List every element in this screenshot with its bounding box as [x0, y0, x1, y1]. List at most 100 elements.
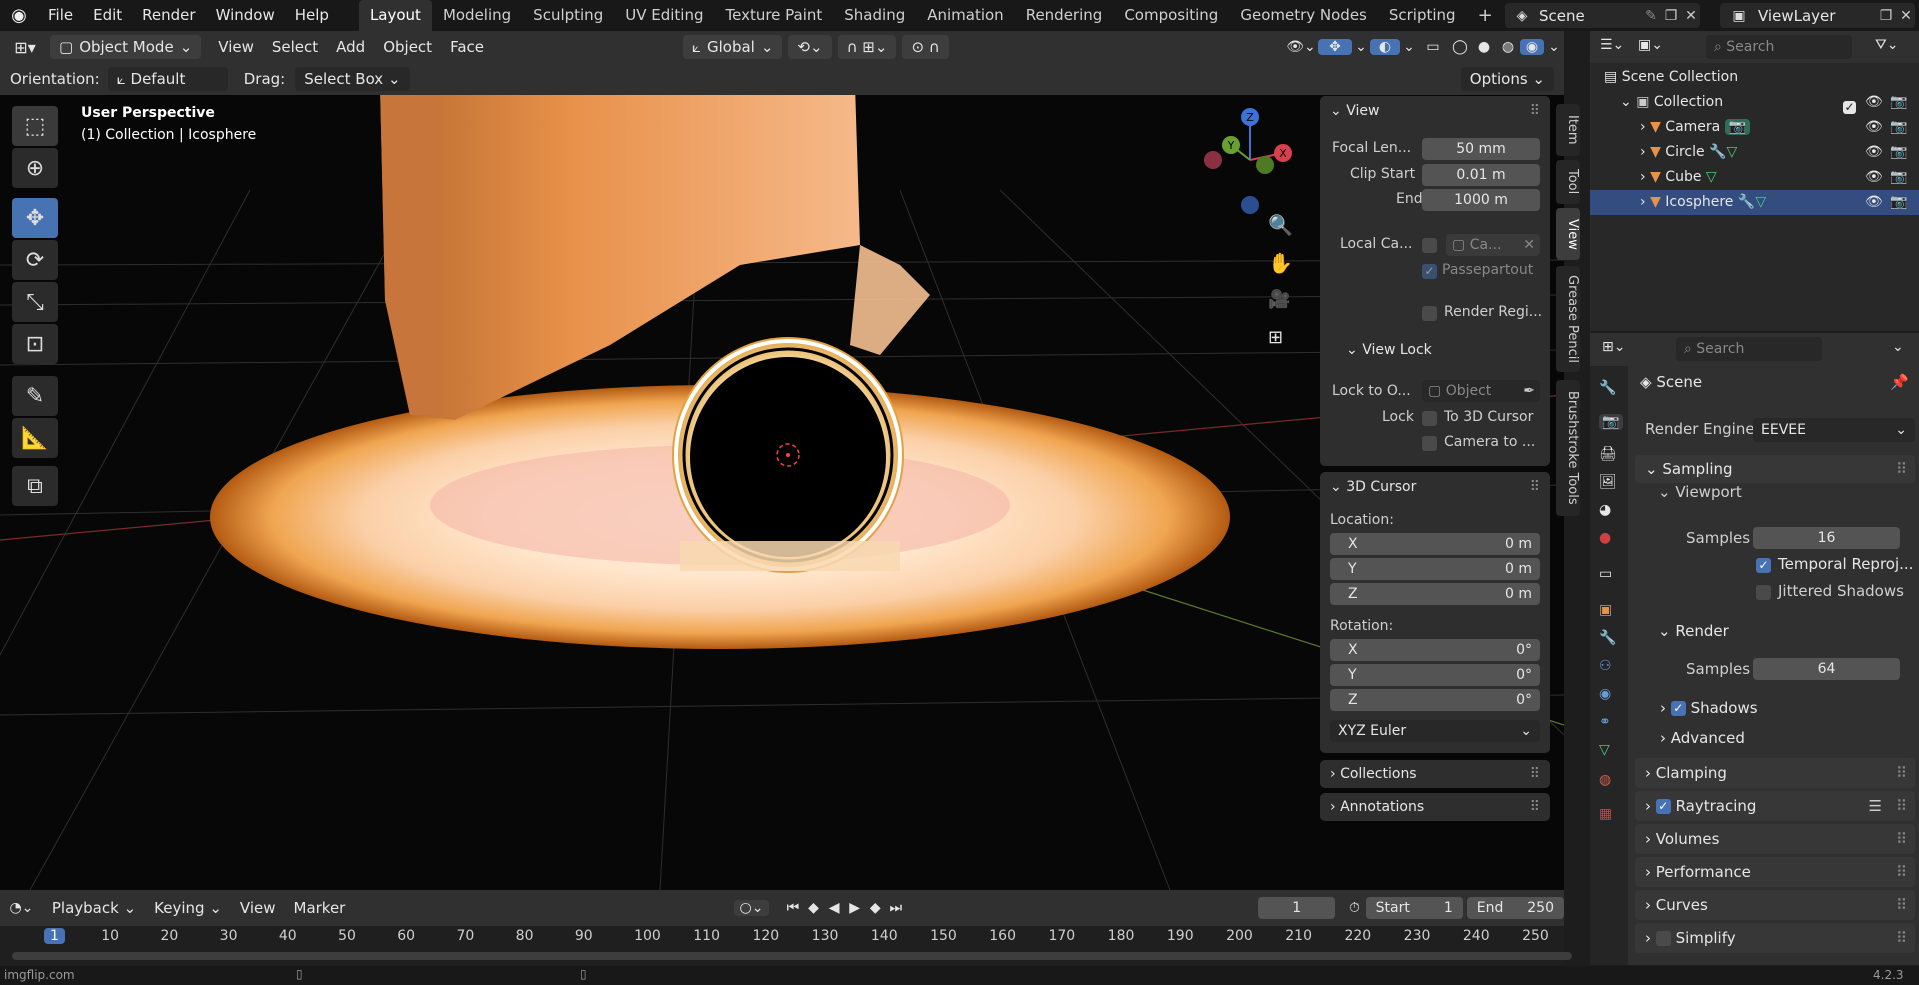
- jump-keyframe-back-icon[interactable]: ◆: [803, 900, 824, 916]
- collection-tab-icon[interactable]: ▭: [1599, 566, 1612, 582]
- snap-button[interactable]: ∩ ⊞⌄: [837, 35, 897, 59]
- performance-panel-header[interactable]: › Performance ⠿: [1635, 857, 1915, 887]
- object-tab-icon[interactable]: ▣: [1599, 602, 1612, 618]
- modifier-tab-icon[interactable]: 🔧: [1599, 630, 1616, 646]
- camera-view-icon[interactable]: 🎥: [1268, 289, 1290, 310]
- new-scene-icon[interactable]: ❐: [1660, 8, 1682, 24]
- location-y-field[interactable]: Y 0 m: [1330, 558, 1540, 580]
- lock-to-cursor-checkbox[interactable]: [1422, 411, 1437, 426]
- rotation-mode-dropdown[interactable]: XYZ Euler ⌄: [1330, 720, 1540, 742]
- measure-tool-icon[interactable]: 📐: [12, 418, 58, 458]
- tab-sculpting[interactable]: Sculpting: [522, 0, 614, 31]
- zoom-icon[interactable]: 🔍: [1268, 213, 1293, 237]
- camera-render-icon[interactable]: 📷: [1890, 165, 1907, 190]
- vp-menu-view[interactable]: View: [209, 38, 263, 56]
- particles-tab-icon[interactable]: ⚇: [1599, 658, 1612, 674]
- display-mode-icon[interactable]: ▣⌄: [1638, 37, 1663, 53]
- tool-tab-icon[interactable]: 🔧: [1599, 380, 1616, 396]
- 3d-cursor-panel-header[interactable]: ⌄ 3D Cursor ⠿: [1320, 472, 1550, 502]
- start-frame-field[interactable]: Start 1: [1365, 897, 1463, 919]
- tab-layout[interactable]: Layout: [358, 0, 432, 31]
- outliner-row-cube[interactable]: › ▼ Cube ▽ 👁 📷: [1590, 165, 1919, 190]
- location-z-field[interactable]: Z 0 m: [1330, 583, 1540, 605]
- tab-shading[interactable]: Shading: [833, 0, 916, 31]
- proportional-edit-button[interactable]: ⊙ ∩: [902, 35, 949, 59]
- gizmo-toggle-icon[interactable]: ✥: [1318, 39, 1352, 55]
- delete-view-layer-icon[interactable]: ✕: [1897, 8, 1915, 24]
- navigation-gizmo[interactable]: Z Y X: [1195, 105, 1305, 215]
- move-tool-icon[interactable]: ✥: [12, 198, 58, 238]
- constraints-tab-icon[interactable]: ⚭: [1599, 714, 1611, 730]
- eye-icon[interactable]: 👁: [1865, 140, 1883, 165]
- view-layer-selector[interactable]: ▣ ViewLayer ❐ ✕: [1720, 3, 1915, 28]
- blender-logo-icon[interactable]: ◉: [0, 5, 38, 26]
- timeline-ruler[interactable]: 1 10 20 30 40 50 60 70 80 90 100 110 120 130 140 150 160…: [0, 926, 1572, 966]
- filter-icon[interactable]: ⛛⌄: [1875, 37, 1899, 53]
- tab-item[interactable]: Item: [1556, 104, 1580, 156]
- view-panel-header[interactable]: ⌄ View ⠿: [1320, 96, 1550, 126]
- advanced-subpanel-header[interactable]: › Advanced: [1660, 729, 1745, 747]
- auto-keying-icon[interactable]: ○⌄: [734, 900, 769, 916]
- delete-scene-icon[interactable]: ✕: [1682, 8, 1700, 24]
- play-icon[interactable]: ▶: [844, 900, 865, 916]
- xray-icon[interactable]: ▭: [1418, 39, 1448, 55]
- timeline-menu-marker[interactable]: Marker: [285, 899, 355, 917]
- tab-animation[interactable]: Animation: [916, 0, 1014, 31]
- outliner-row-icosphere[interactable]: › ▼ Icosphere 🔧▽ 👁 📷: [1590, 190, 1919, 215]
- pivot-point-button[interactable]: ⟲⌄: [788, 35, 832, 59]
- material-tab-icon[interactable]: ◍: [1599, 772, 1611, 788]
- rendered-shading-icon[interactable]: ◉: [1520, 39, 1544, 55]
- volumes-panel-header[interactable]: › Volumes ⠿: [1635, 824, 1915, 854]
- simplify-panel-header[interactable]: › Simplify ⠿: [1635, 923, 1915, 953]
- camera-to-view-checkbox[interactable]: [1422, 436, 1437, 451]
- vp-menu-select[interactable]: Select: [263, 38, 327, 56]
- shadows-checkbox[interactable]: ✓: [1670, 701, 1686, 716]
- menu-edit[interactable]: Edit: [83, 0, 132, 31]
- local-camera-field[interactable]: ▢ Ca... ✕: [1446, 234, 1540, 256]
- jittered-shadows-checkbox[interactable]: [1756, 585, 1771, 600]
- simplify-checkbox[interactable]: [1655, 931, 1671, 946]
- jump-to-start-icon[interactable]: ⏮: [783, 900, 804, 916]
- camera-render-icon[interactable]: 📷: [1890, 115, 1907, 140]
- perspective-toggle-icon[interactable]: ⊞: [1268, 327, 1283, 348]
- output-tab-icon[interactable]: 🖨: [1599, 446, 1617, 462]
- collections-panel[interactable]: › Collections ⠿: [1320, 760, 1550, 788]
- render-samples-field[interactable]: 64: [1753, 658, 1900, 680]
- editor-type-icon[interactable]: ⊞⌄: [1602, 339, 1625, 355]
- tab-grease-pencil[interactable]: Grease Pencil: [1556, 266, 1580, 372]
- rotation-x-field[interactable]: X 0°: [1330, 639, 1540, 661]
- annotate-tool-icon[interactable]: ✎: [12, 376, 58, 416]
- menu-window[interactable]: Window: [206, 0, 285, 31]
- curves-panel-header[interactable]: › Curves ⠿: [1635, 890, 1915, 920]
- material-shading-icon[interactable]: ◍: [1496, 39, 1520, 55]
- editor-type-icon[interactable]: ◔⌄: [0, 900, 43, 916]
- eye-icon[interactable]: 👁: [1865, 115, 1883, 140]
- raytracing-panel-header[interactable]: › ✓ Raytracing ⠿ ☰: [1635, 791, 1915, 821]
- timeline-menu-view[interactable]: View: [231, 899, 285, 917]
- jump-to-end-icon[interactable]: ⏭: [886, 900, 907, 916]
- eye-icon[interactable]: 👁: [1865, 90, 1883, 115]
- tab-tool[interactable]: Tool: [1556, 160, 1580, 204]
- rotate-tool-icon[interactable]: ⟳: [12, 240, 58, 280]
- render-engine-dropdown[interactable]: EEVEE ⌄: [1753, 418, 1915, 442]
- visibility-icon[interactable]: 👁⌄: [1284, 39, 1318, 55]
- editor-type-icon[interactable]: ⊞▾: [0, 38, 50, 57]
- data-tab-icon[interactable]: ▽: [1599, 742, 1610, 758]
- wireframe-shading-icon[interactable]: ◯: [1448, 39, 1472, 55]
- outliner-row-scene-collection[interactable]: ▤ Scene Collection: [1590, 65, 1919, 90]
- tab-uv-editing[interactable]: UV Editing: [614, 0, 714, 31]
- end-frame-field[interactable]: End 250: [1466, 897, 1564, 919]
- render-region-checkbox[interactable]: [1422, 306, 1437, 321]
- shadows-subpanel-header[interactable]: › ✓ Shadows: [1660, 699, 1758, 717]
- pin-icon[interactable]: 📌: [1890, 373, 1909, 391]
- clip-end-field[interactable]: 1000 m: [1422, 189, 1540, 211]
- tab-texture-paint[interactable]: Texture Paint: [714, 0, 833, 31]
- select-box-tool-icon[interactable]: ⬚: [12, 106, 58, 146]
- tab-brushstroke-tools[interactable]: Brushstroke Tools: [1556, 380, 1580, 516]
- stopwatch-icon[interactable]: ⏱: [1343, 900, 1365, 916]
- focal-length-field[interactable]: 50 mm: [1422, 138, 1540, 160]
- tab-geometry-nodes[interactable]: Geometry Nodes: [1229, 0, 1378, 31]
- location-x-field[interactable]: X 0 m: [1330, 533, 1540, 555]
- jump-keyframe-forward-icon[interactable]: ◆: [865, 900, 886, 916]
- mode-selector[interactable]: ▢ Object Mode ⌄: [50, 35, 202, 59]
